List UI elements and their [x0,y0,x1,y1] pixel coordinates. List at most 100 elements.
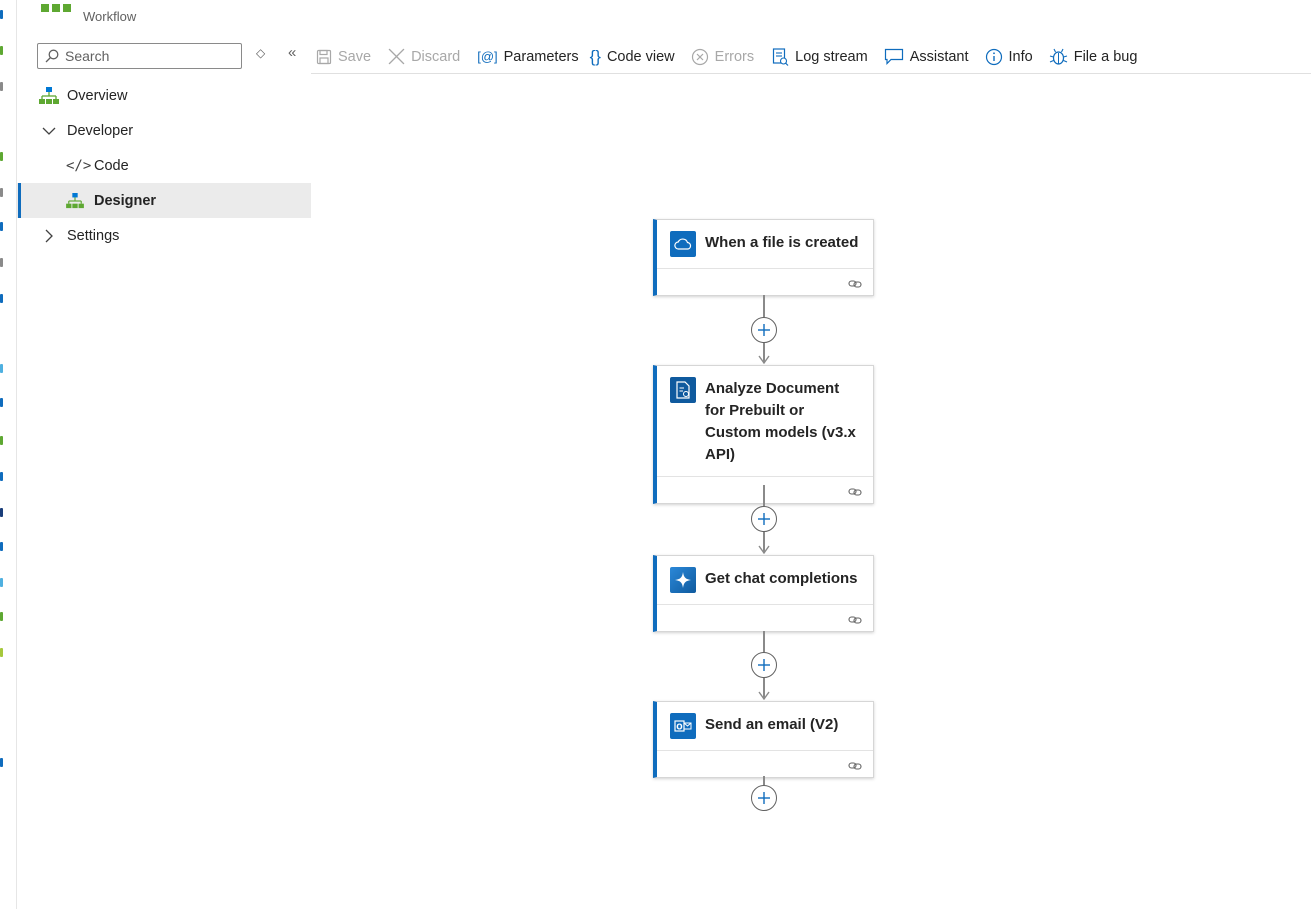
rail-icon[interactable] [0,472,3,481]
document-icon [670,377,696,403]
rail-icon[interactable] [0,10,3,19]
designer-toolbar: Save Discard [@] Parameters {} Code view… [311,40,1311,74]
search-input[interactable]: Search [37,43,242,69]
file-bug-button[interactable]: File a bug [1049,42,1137,72]
connector-line [763,295,765,317]
rail-icon[interactable] [0,222,3,231]
bug-icon [1049,47,1068,66]
menu-item-label: Settings [67,227,120,244]
assistant-button[interactable]: Assistant [884,42,969,72]
menu-item-code[interactable]: </> Code [17,148,311,183]
assistant-label: Assistant [909,48,969,65]
chevron-down-icon [42,126,56,136]
errors-label: Errors [714,48,755,65]
errors-button[interactable]: Errors [691,42,754,72]
rail-icon[interactable] [0,578,3,587]
outlook-icon: O [670,713,696,739]
rail-icon[interactable] [0,188,3,197]
menu-item-designer[interactable]: Designer [17,183,311,218]
step-title: When a file is created [705,234,859,251]
rail-icon[interactable] [0,364,3,373]
close-icon [388,48,405,65]
log-stream-label: Log stream [795,48,868,65]
search-placeholder: Search [65,48,110,64]
code-icon: </> [66,157,92,174]
menu-item-label: Code [94,157,129,174]
workflow-icon [39,86,59,105]
code-view-button[interactable]: {} Code view [590,42,675,72]
step-title: Analyze Document for Prebuilt or Custom … [705,380,856,463]
discard-button[interactable]: Discard [388,42,460,72]
connector-line [763,776,765,785]
chat-icon [884,48,904,65]
save-button[interactable]: Save [316,42,371,72]
add-step-button[interactable] [751,506,777,532]
add-step-button[interactable] [751,785,777,811]
connector-line [763,485,765,506]
menu-item-overview[interactable]: Overview [17,78,311,113]
workflow-step-analyze-document[interactable]: Analyze Document for Prebuilt or Custom … [653,365,874,504]
rail-icon[interactable] [0,294,3,303]
arrow-down-icon [758,545,770,554]
plus-icon [758,324,770,336]
step-title: Get chat completions [705,570,858,587]
arrow-down-icon [758,355,770,364]
rail-icon[interactable] [0,436,3,445]
save-label: Save [338,48,372,65]
rail-icon[interactable] [0,648,3,657]
svg-text:O: O [676,723,682,732]
rail-icon[interactable] [0,82,3,91]
workflow-icon [66,192,84,209]
arrow-down-icon [758,691,770,700]
link-icon[interactable] [848,276,863,294]
link-icon[interactable] [848,612,863,630]
save-icon [316,49,332,65]
workflow-step-trigger[interactable]: When a file is created [653,219,874,296]
menu-group-settings[interactable]: Settings [17,218,311,253]
cloud-icon [670,231,696,257]
add-step-button[interactable] [751,652,777,678]
rail-icon[interactable] [0,258,3,267]
rail-icon[interactable] [0,398,3,407]
menu-item-label: Overview [67,87,128,104]
menu-item-label: Designer [94,192,157,209]
info-label: Info [1008,48,1033,65]
sparkle-icon [670,567,696,593]
info-button[interactable]: Info [985,42,1033,72]
chevron-right-icon [44,229,54,243]
parameters-label: Parameters [503,48,579,65]
rail-icon[interactable] [0,542,3,551]
log-stream-button[interactable]: Log stream [772,42,868,72]
log-icon [772,47,789,66]
code-view-label: Code view [606,48,675,65]
collapse-sidebar-icon[interactable]: « [288,44,296,61]
link-icon[interactable] [848,758,863,776]
side-menu: Overview Developer </> Code Designer Set… [17,78,311,253]
discard-label: Discard [411,48,461,65]
page-subtitle: Workflow [83,9,137,24]
parameters-icon: [@] [477,49,498,64]
workflow-step-send-email[interactable]: O Send an email (V2) [653,701,874,778]
nav-rail [0,0,17,909]
step-title: Send an email (V2) [705,716,839,733]
plus-icon [758,513,770,525]
info-icon [985,48,1003,66]
logic-app-logo [40,0,72,21]
rail-icon[interactable] [0,508,3,517]
add-step-button[interactable] [751,317,777,343]
rail-icon[interactable] [0,46,3,55]
workflow-step-chat-completions[interactable]: Get chat completions [653,555,874,632]
rail-icon[interactable] [0,612,3,621]
parameters-button[interactable]: [@] Parameters [477,42,578,72]
braces-icon: {} [589,46,601,66]
menu-group-developer[interactable]: Developer [17,113,311,148]
search-icon [45,49,59,63]
rail-icon[interactable] [0,152,3,161]
link-icon[interactable] [848,484,863,502]
menu-item-label: Developer [67,122,134,139]
connector-line [763,631,765,652]
error-icon [691,48,709,66]
plus-icon [758,792,770,804]
sort-icon[interactable]: ◇ [256,46,265,60]
rail-icon[interactable] [0,758,3,767]
